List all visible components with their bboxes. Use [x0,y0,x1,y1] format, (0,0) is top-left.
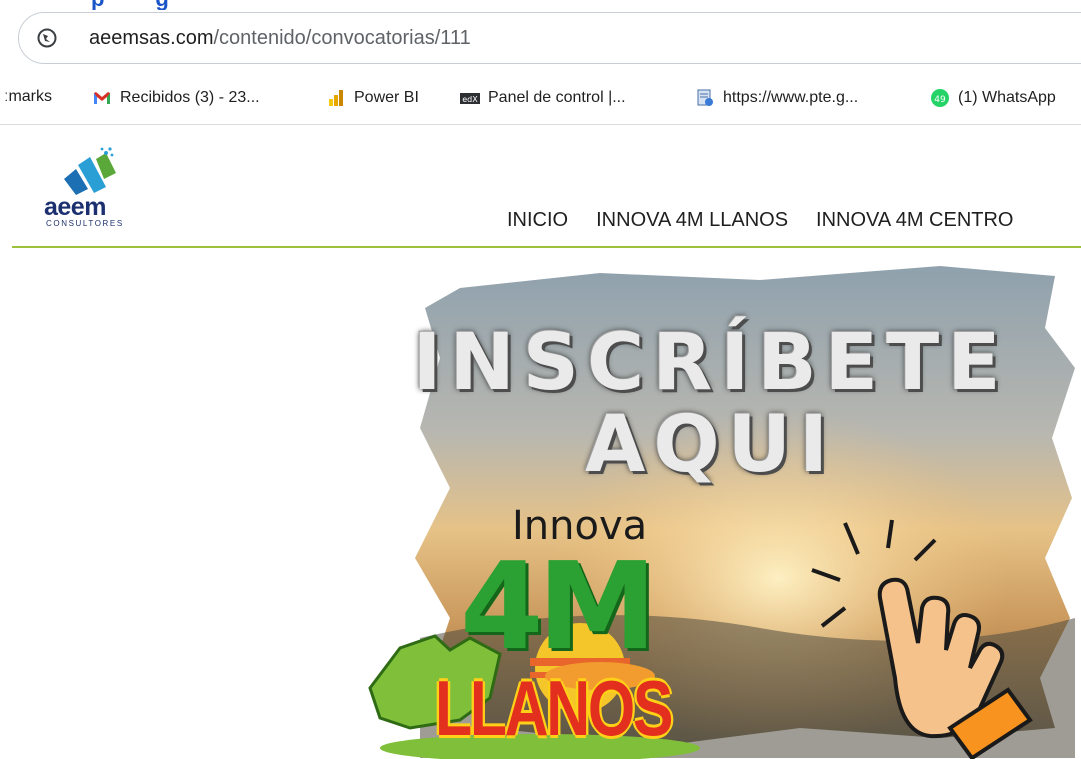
bookmark-power-bi[interactable]: Power BI [326,88,419,108]
bookmark-label: ːmarks [4,88,52,105]
nav-innova-4m-llanos[interactable]: INNOVA 4M LLANOS [596,209,788,232]
bookmark-edx[interactable]: edX Panel de control |... [460,88,626,108]
svg-text:49: 49 [934,95,946,105]
url-text[interactable]: aeemsas.com/contenido/convocatorias/111 [89,27,471,50]
bookmark-gmail[interactable]: Recibidos (3) - 23... [92,88,260,108]
brand-llanos: LLANOS [435,664,673,752]
gmail-icon [94,92,110,104]
bookmark-label: Recibidos (3) - 23... [120,89,260,106]
bookmark-all-bookmarks[interactable]: ːmarks [4,88,52,106]
page-title-partial: ···p······g····· [0,0,1081,10]
bookmarks-bar: ːmarks Recibidos (3) - 23... Power BI ed… [0,74,1081,125]
edx-icon: edX [460,93,480,104]
bookmark-label: Panel de control |... [488,89,626,106]
bookmark-label: Power BI [354,89,419,106]
svg-text:edX: edX [462,95,478,104]
nav-innova-4m-centro[interactable]: INNOVA 4M CENTRO [816,209,1013,232]
bookmark-pte[interactable]: https://www.pte.g... [695,88,858,108]
nav-inicio[interactable]: INICIO [507,209,568,232]
inscribete-banner[interactable]: INSCRÍBETE AQUI Innova 4M LLANOS [340,258,1081,759]
address-bar[interactable]: aeemsas.com/contenido/convocatorias/111 [18,12,1081,64]
bookmark-label: https://www.pte.g... [723,89,859,106]
logo-wordmark[interactable]: aeem [44,193,106,222]
logo-subtitle: CONSULTORES [46,219,124,228]
bookmark-label: (1) WhatsApp [958,89,1056,106]
whatsapp-icon: 49 [931,89,949,107]
headline-aqui: AQUI [584,400,837,490]
site-info-icon[interactable] [37,28,57,48]
main-nav: INICIO INNOVA 4M LLANOS INNOVA 4M CENTRO [507,209,1013,232]
bookmark-whatsapp[interactable]: 49 (1) WhatsApp [930,88,1056,108]
brand-4m: 4M [460,538,657,677]
headline-inscribete: INSCRÍBETE [412,318,1009,408]
nav-divider [12,246,1081,248]
power-bi-icon [329,90,343,106]
document-money-icon [697,89,713,106]
